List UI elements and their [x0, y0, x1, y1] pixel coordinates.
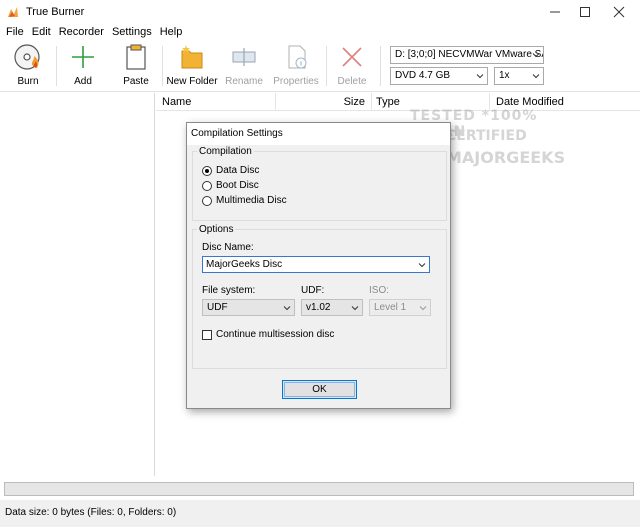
column-name[interactable]: Name [156, 93, 276, 111]
toolbar-separator [162, 46, 163, 86]
add-button[interactable]: Add [68, 42, 98, 90]
disc-burn-icon [13, 42, 43, 72]
menu-file[interactable]: File [4, 24, 30, 40]
disc-name-value: MajorGeeks Disc [206, 259, 283, 270]
status-bar: Data size: 0 bytes (Files: 0, Folders: 0… [0, 500, 640, 527]
udf-label: UDF: [301, 285, 325, 296]
menu-edit[interactable]: Edit [30, 24, 57, 40]
disc-type-select[interactable]: DVD 4.7 GB [390, 67, 488, 85]
continue-multisession-checkbox[interactable]: Continue multisession disc [202, 329, 334, 340]
disc-type-value: DVD 4.7 GB [395, 70, 451, 81]
menu-help[interactable]: Help [158, 24, 189, 40]
chevron-down-icon [283, 306, 291, 311]
radio-boot-disc-label: Boot Disc [216, 180, 259, 191]
chevron-down-icon [419, 306, 427, 311]
rename-button[interactable]: Rename [225, 42, 263, 90]
close-button[interactable] [602, 0, 636, 24]
window-title: True Burner [26, 6, 85, 18]
close-icon [613, 6, 625, 18]
maximize-icon [580, 7, 590, 17]
document-info-icon [281, 42, 311, 72]
toolbar-separator [56, 46, 57, 86]
new-folder-icon [177, 42, 207, 72]
true-burner-app-icon [6, 5, 20, 19]
chevron-down-icon [532, 53, 540, 58]
paste-button[interactable]: Paste [120, 42, 152, 90]
iso-level-value: Level 1 [374, 302, 407, 313]
delete-x-icon [337, 42, 367, 72]
udf-version-value: v1.02 [306, 302, 331, 313]
disc-name-label: Disc Name: [202, 242, 254, 253]
minimize-icon [550, 11, 560, 13]
radio-button[interactable] [202, 195, 212, 206]
disc-name-input[interactable]: MajorGeeks Disc [202, 256, 430, 273]
clipboard-icon [121, 42, 151, 72]
checkbox[interactable] [202, 329, 212, 340]
file-system-value: UDF [207, 302, 228, 313]
radio-button-checked[interactable] [202, 165, 212, 176]
dialog-title: Compilation Settings [187, 123, 450, 145]
radio-button[interactable] [202, 180, 212, 191]
maximize-button[interactable] [568, 0, 602, 24]
menu-bar: File Edit Recorder Settings Help [0, 24, 640, 40]
toolbar-separator [326, 46, 327, 86]
iso-level-select[interactable]: Level 1 [369, 299, 431, 316]
burn-progress-bar [4, 482, 634, 496]
delete-button[interactable]: Delete [336, 42, 368, 90]
properties-button[interactable]: Properties [273, 42, 319, 90]
ok-button[interactable]: OK [282, 380, 357, 399]
burn-button[interactable]: Burn [10, 42, 46, 90]
rename-label: Rename [225, 76, 263, 87]
radio-data-disc[interactable]: Data Disc [202, 165, 259, 176]
file-system-label: File system: [202, 285, 256, 296]
chevron-down-icon [351, 306, 359, 311]
toolbar-separator [380, 46, 381, 86]
iso-label: ISO: [369, 285, 390, 296]
options-group-title: Options [197, 224, 236, 235]
new-folder-label: New Folder [166, 76, 218, 87]
chevron-down-icon [476, 74, 484, 79]
paste-label: Paste [123, 76, 149, 87]
radio-multimedia-disc-label: Multimedia Disc [216, 195, 287, 206]
compilation-group-title: Compilation [197, 146, 254, 157]
properties-label: Properties [273, 76, 319, 87]
radio-multimedia-disc[interactable]: Multimedia Disc [202, 195, 287, 206]
rename-icon [229, 42, 259, 72]
menu-settings[interactable]: Settings [110, 24, 158, 40]
chevron-down-icon [418, 263, 426, 268]
continue-multisession-label: Continue multisession disc [216, 329, 335, 340]
chevron-down-icon [532, 74, 540, 79]
add-label: Add [74, 76, 92, 87]
file-list-header: Name Size Type Date Modified [156, 93, 640, 111]
column-size[interactable]: Size [276, 93, 372, 111]
file-system-select[interactable]: UDF [202, 299, 295, 316]
new-folder-button[interactable]: New Folder [166, 42, 218, 90]
folder-tree-pane[interactable] [0, 93, 155, 476]
status-text: Data size: 0 bytes (Files: 0, Folders: 0… [5, 507, 177, 518]
title-bar: True Burner [0, 0, 640, 24]
radio-data-disc-label: Data Disc [216, 165, 260, 176]
drive-select-value: D: [3;0;0] NECVMWar VMware SA [395, 49, 544, 60]
toolbar: Burn Add Paste New Folder Rename Propert… [0, 40, 640, 92]
drive-select[interactable]: D: [3;0;0] NECVMWar VMware SA [390, 46, 544, 64]
radio-boot-disc[interactable]: Boot Disc [202, 180, 259, 191]
minimize-button[interactable] [538, 0, 572, 24]
speed-value: 1x [499, 70, 510, 81]
burn-label: Burn [17, 76, 39, 87]
compilation-settings-dialog: Compilation Settings Compilation Data Di… [186, 122, 451, 409]
menu-recorder[interactable]: Recorder [57, 24, 110, 40]
delete-label: Delete [337, 76, 367, 87]
plus-icon [68, 42, 98, 72]
watermark-line-3: MAJORGEEKS [446, 148, 566, 167]
udf-version-select[interactable]: v1.02 [301, 299, 363, 316]
watermark-line-2: CERTIFIED [446, 128, 527, 144]
speed-select[interactable]: 1x [494, 67, 544, 85]
